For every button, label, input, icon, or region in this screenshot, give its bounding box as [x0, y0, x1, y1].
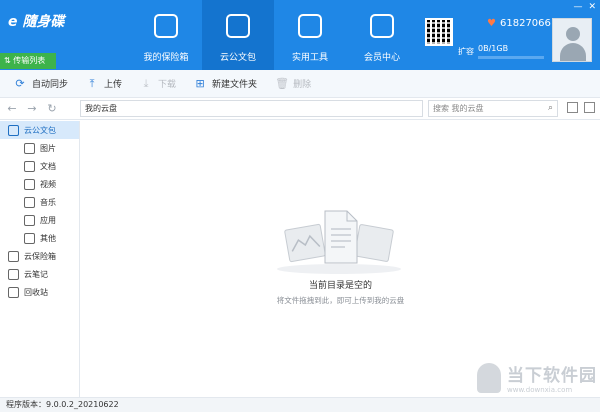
empty-subtitle: 将文件拖拽到此，即可上传到我的云盘	[276, 296, 405, 305]
nav-member[interactable]: 会员中心	[346, 0, 418, 70]
search-icon[interactable]: ⌕	[548, 101, 553, 116]
nav-safe[interactable]: 我的保险箱	[130, 0, 202, 70]
avatar-body	[560, 43, 586, 61]
sidebar-item-cloud-safe[interactable]: 云保险箱	[0, 247, 79, 265]
sidebar-item-apps[interactable]: 应用	[0, 211, 79, 229]
toolbox-icon	[298, 14, 322, 38]
sidebar-item-music[interactable]: 音乐	[0, 193, 79, 211]
upload-icon: ⤒	[89, 76, 95, 90]
avatar[interactable]	[552, 18, 592, 62]
menu-icon[interactable]	[584, 102, 595, 113]
watermark-cn: 当下软件园	[507, 366, 597, 386]
nav-cloud-briefcase[interactable]: 云公文包	[202, 0, 274, 70]
download-button[interactable]: ⤓ 下载	[140, 77, 176, 90]
sidebar-item-cloud-briefcase[interactable]: 云公文包	[0, 121, 79, 139]
close-icon[interactable]: ✕	[588, 2, 596, 12]
minimize-icon[interactable]: —	[573, 2, 582, 12]
watermark: 当下软件园 www.downxia.com	[477, 361, 597, 394]
watermark-en: www.downxia.com	[507, 386, 573, 394]
file-area[interactable]: 当前目录是空的 将文件拖拽到此，即可上传到我的云盘 当下软件园 www.down…	[81, 121, 600, 397]
image-icon	[24, 142, 35, 154]
quota-bar	[478, 56, 544, 59]
back-arrow-icon[interactable]: ←	[4, 102, 20, 115]
app-icon	[24, 214, 35, 226]
transfer-list-button[interactable]: ⇅ 传输列表	[0, 53, 56, 69]
sidebar-item-other[interactable]: 其他	[0, 229, 79, 247]
app-logo: e 隨身碟	[8, 14, 65, 30]
search-input[interactable]: 搜索 我的云盘 ⌕	[428, 100, 558, 117]
sidebar-item-images[interactable]: 图片	[0, 139, 79, 157]
member-icon	[370, 14, 394, 38]
status-bar: 程序版本：9.0.0.2_20210622	[0, 397, 600, 412]
quota-text: 0B/1GB	[478, 44, 509, 53]
version-text: 程序版本：9.0.0.2_20210622	[6, 400, 119, 409]
document-icon	[24, 160, 35, 172]
sync-button[interactable]: ⟳ 自动同步	[14, 77, 68, 90]
sidebar-item-videos[interactable]: 视频	[0, 175, 79, 193]
sync-icon: ⟳	[15, 76, 25, 90]
music-icon	[24, 196, 35, 208]
toolbar: ⟳ 自动同步 ⤒ 上传 ⤓ 下载 ⊞ 新建文件夹 🗑 删除	[0, 70, 600, 98]
upload-button[interactable]: ⤒ 上传	[86, 77, 122, 90]
download-icon: ⤓	[143, 76, 149, 90]
trash-icon: 🗑	[275, 76, 290, 90]
qr-code[interactable]	[425, 18, 453, 46]
path-field[interactable]: 我的云盘	[80, 100, 423, 117]
safe-icon	[8, 250, 19, 262]
address-bar: ← → ↻ 我的云盘 搜索 我的云盘 ⌕	[0, 98, 600, 120]
empty-folder-illustration	[277, 210, 401, 274]
safe-icon	[154, 14, 178, 38]
video-icon	[24, 178, 35, 190]
heart-icon: ♥	[487, 18, 496, 29]
transfer-icon: ⇅	[4, 56, 14, 65]
recycle-icon	[8, 286, 19, 298]
title-bar: e 隨身碟 ⇅ 传输列表 我的保险箱 云公文包 实用工具 会员中心 ♥ 6182…	[0, 0, 600, 70]
briefcase-icon	[8, 124, 19, 136]
other-icon	[24, 232, 35, 244]
new-folder-icon: ⊞	[195, 76, 205, 90]
new-folder-button[interactable]: ⊞ 新建文件夹	[194, 77, 257, 90]
list-view-icon[interactable]	[567, 102, 578, 113]
notes-icon	[8, 268, 19, 280]
delete-button[interactable]: 🗑 删除	[275, 77, 311, 90]
sidebar-item-recycle-bin[interactable]: 回收站	[0, 283, 79, 301]
avatar-head	[566, 27, 580, 41]
sidebar-item-cloud-notes[interactable]: 云笔记	[0, 265, 79, 283]
window-controls: — ✕	[573, 2, 596, 12]
refresh-icon[interactable]: ↻	[44, 102, 60, 115]
expand-button[interactable]: 扩容	[458, 46, 474, 57]
cloud-briefcase-icon	[226, 14, 250, 38]
forward-arrow-icon[interactable]: →	[24, 102, 40, 115]
empty-title: 当前目录是空的	[308, 281, 372, 291]
user-id: 61827066	[500, 18, 551, 29]
sidebar-item-documents[interactable]: 文档	[0, 157, 79, 175]
sidebar: 云公文包 图片 文档 视频 音乐 应用 其他 云保险箱 云笔记 回收站	[0, 121, 80, 397]
watermark-logo-icon	[477, 362, 501, 393]
nav-tools[interactable]: 实用工具	[274, 0, 346, 70]
main-nav: 我的保险箱 云公文包 实用工具 会员中心	[130, 0, 418, 70]
